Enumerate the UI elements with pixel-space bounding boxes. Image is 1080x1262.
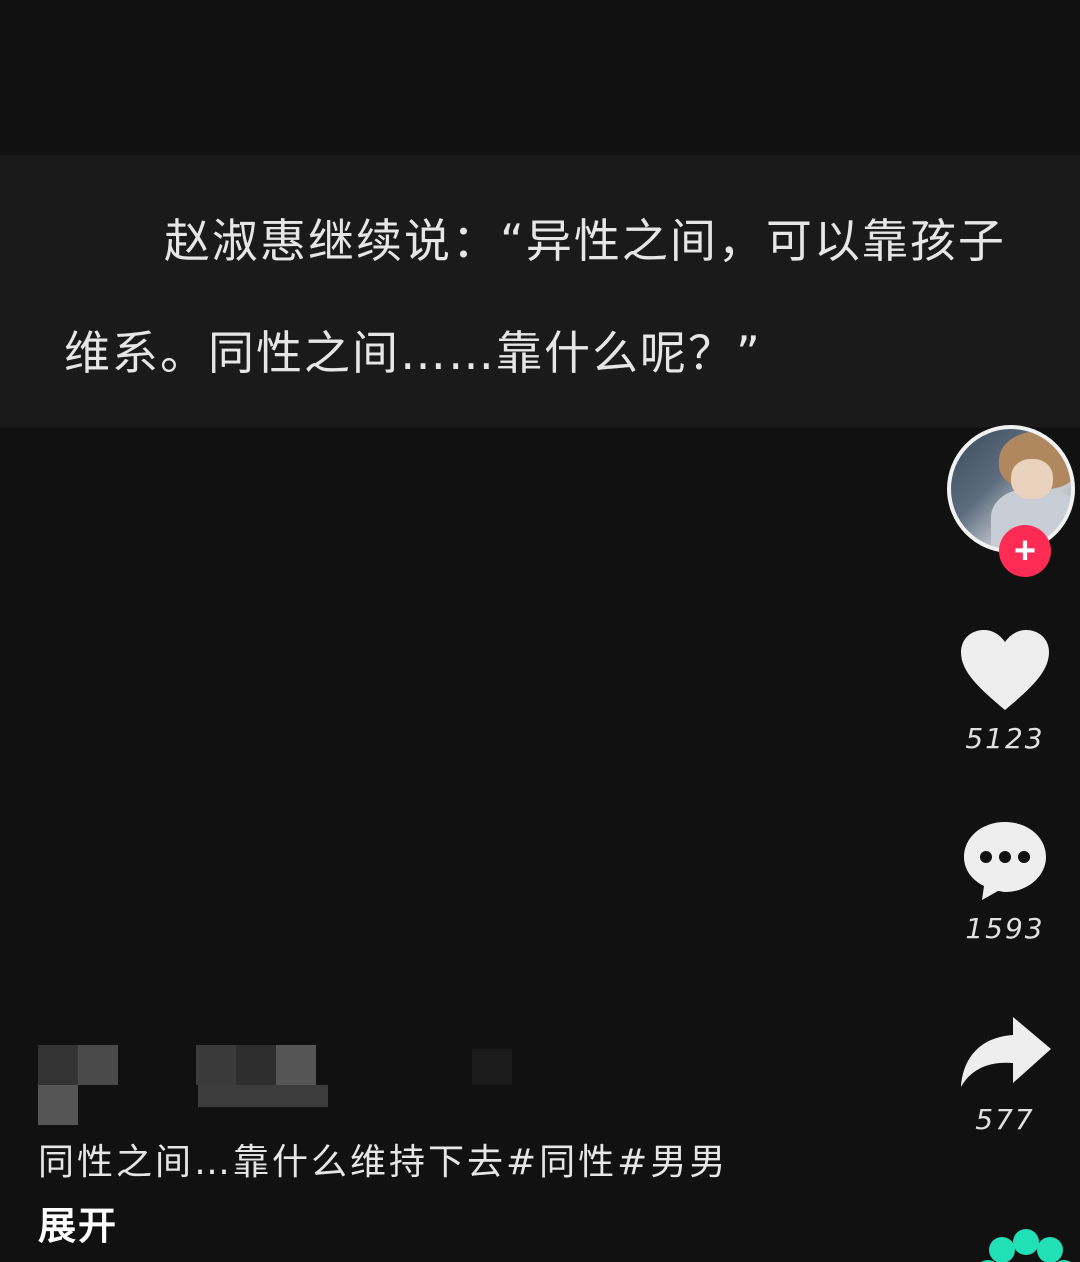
avatar-face: [1011, 459, 1053, 499]
music-disc-icon[interactable]: [972, 1202, 1080, 1262]
follow-button[interactable]: +: [999, 525, 1051, 577]
share-count: 577: [975, 1103, 1035, 1136]
share-arrow-icon: [961, 1017, 1051, 1087]
expand-button[interactable]: 展开: [38, 1195, 118, 1250]
author-name-mosaic[interactable]: [38, 1045, 898, 1130]
comment-button[interactable]: 1593: [930, 818, 1080, 945]
video-info: 同性之间…靠什么维持下去#同性#男男 展开: [38, 1045, 898, 1248]
share-button[interactable]: 577: [930, 1013, 1080, 1136]
subtitle-text: 赵淑惠继续说：“异性之间，可以靠孩子维系。同性之间……靠什么呢？”: [64, 214, 1006, 380]
video-caption: 同性之间…靠什么维持下去#同性#男男: [38, 1142, 729, 1183]
comment-bubble-icon: [964, 822, 1046, 900]
plus-icon: +: [1013, 530, 1037, 572]
heart-icon: [961, 630, 1049, 710]
action-rail: + 5123 1593 577: [930, 425, 1080, 1262]
comment-count: 1593: [965, 912, 1045, 945]
like-count: 5123: [965, 722, 1045, 755]
subtitle-panel: 赵淑惠继续说：“异性之间，可以靠孩子维系。同性之间……靠什么呢？”: [0, 155, 1080, 427]
like-button[interactable]: 5123: [930, 628, 1080, 755]
